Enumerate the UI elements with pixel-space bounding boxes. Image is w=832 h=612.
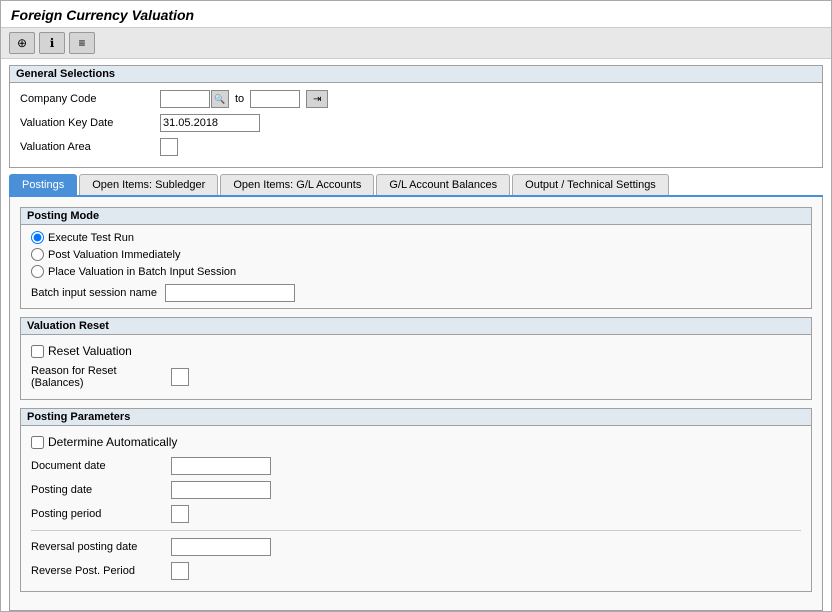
posting-date-input[interactable] [171,481,271,499]
to-label: to [235,93,244,105]
company-code-label: Company Code [20,93,160,105]
tab-gl-account-balances-label: G/L Account Balances [389,179,497,191]
valuation-key-date-row: Valuation Key Date [20,113,812,133]
execute-test-run-radio[interactable] [31,231,44,244]
tab-postings-label: Postings [22,179,64,191]
back-icon: ⊕ [17,36,27,50]
general-selections-title: General Selections [10,66,822,83]
main-window: Foreign Currency Valuation ⊕ ℹ ≡ General… [0,0,832,612]
posting-period-checkbox[interactable] [171,505,189,523]
batch-session-row: Batch input session name [31,284,801,302]
posting-mode-body: Execute Test Run Post Valuation Immediat… [21,225,811,308]
execute-test-run-label: Execute Test Run [48,232,134,244]
post-valuation-radio[interactable] [31,248,44,261]
tab-open-items-gl[interactable]: Open Items: G/L Accounts [220,174,374,195]
batch-session-label: Batch input session name [31,287,157,299]
company-code-input[interactable] [160,90,210,108]
tab-gl-account-balances[interactable]: G/L Account Balances [376,174,510,195]
tab-open-items-subledger-label: Open Items: Subledger [92,179,205,191]
batch-input-row: Place Valuation in Batch Input Session [31,265,801,278]
info-button[interactable]: ℹ [39,32,65,54]
batch-input-radio[interactable] [31,265,44,278]
reversal-posting-date-input[interactable] [171,538,271,556]
valuation-reset-body: Reset Valuation Reason for Reset (Balanc… [21,335,811,399]
valuation-area-checkbox[interactable] [160,138,178,156]
menu-button[interactable]: ≡ [69,32,95,54]
posting-period-row: Posting period [31,504,801,524]
menu-icon: ≡ [78,36,85,50]
posting-parameters-body: Determine Automatically Document date Po… [21,426,811,591]
reset-valuation-label: Reset Valuation [48,344,132,358]
posting-date-row: Posting date [31,480,801,500]
reset-valuation-checkbox[interactable] [31,345,44,358]
batch-input-label: Place Valuation in Batch Input Session [48,266,236,278]
tab-output-technical[interactable]: Output / Technical Settings [512,174,669,195]
post-valuation-row: Post Valuation Immediately [31,248,801,261]
reset-valuation-row: Reset Valuation [31,341,801,361]
reversal-posting-date-row: Reversal posting date [31,537,801,557]
info-icon: ℹ [50,36,55,50]
reason-reset-checkbox[interactable] [171,368,189,386]
posting-parameters-section: Posting Parameters Determine Automatical… [20,408,812,592]
company-code-row: Company Code 🔍 to ⇥ [20,89,812,109]
posting-date-label: Posting date [31,484,171,496]
determine-auto-label: Determine Automatically [48,435,177,449]
determine-auto-checkbox[interactable] [31,436,44,449]
back-button[interactable]: ⊕ [9,32,35,54]
search-icon: 🔍 [214,94,225,105]
tab-postings[interactable]: Postings [9,174,77,195]
determine-auto-row: Determine Automatically [31,432,801,452]
document-date-row: Document date [31,456,801,476]
tab-output-technical-label: Output / Technical Settings [525,179,656,191]
reverse-post-period-label: Reverse Post. Period [31,565,171,577]
tabs-container: Postings Open Items: Subledger Open Item… [9,174,823,197]
tab-open-items-subledger[interactable]: Open Items: Subledger [79,174,218,195]
valuation-area-row: Valuation Area [20,137,812,157]
execute-test-run-row: Execute Test Run [31,231,801,244]
general-selections-body: Company Code 🔍 to ⇥ Valuation Key Date V… [10,83,822,167]
divider [31,530,801,531]
general-selections-section: General Selections Company Code 🔍 to ⇥ V… [9,65,823,168]
valuation-reset-title: Valuation Reset [21,318,811,335]
range-select-button[interactable]: ⇥ [306,90,328,108]
posting-period-label: Posting period [31,508,171,520]
reversal-posting-date-label: Reversal posting date [31,541,171,553]
company-code-search-button[interactable]: 🔍 [211,90,229,108]
range-icon: ⇥ [313,94,321,105]
company-code-to-input[interactable] [250,90,300,108]
posting-parameters-title: Posting Parameters [21,409,811,426]
reason-reset-label: Reason for Reset (Balances) [31,365,171,389]
batch-session-input[interactable] [165,284,295,302]
title-bar: Foreign Currency Valuation [1,1,831,28]
tab-content-postings: Posting Mode Execute Test Run Post Valua… [9,197,823,611]
document-date-label: Document date [31,460,171,472]
reverse-post-period-checkbox[interactable] [171,562,189,580]
posting-mode-section: Posting Mode Execute Test Run Post Valua… [20,207,812,309]
valuation-key-date-input[interactable] [160,114,260,132]
toolbar: ⊕ ℹ ≡ [1,28,831,59]
document-date-input[interactable] [171,457,271,475]
valuation-area-label: Valuation Area [20,141,160,153]
reason-reset-row: Reason for Reset (Balances) [31,365,801,389]
valuation-reset-section: Valuation Reset Reset Valuation Reason f… [20,317,812,400]
valuation-key-date-label: Valuation Key Date [20,117,160,129]
window-title: Foreign Currency Valuation [11,7,194,23]
tab-open-items-gl-label: Open Items: G/L Accounts [233,179,361,191]
reverse-post-period-row: Reverse Post. Period [31,561,801,581]
posting-mode-title: Posting Mode [21,208,811,225]
post-valuation-label: Post Valuation Immediately [48,249,180,261]
